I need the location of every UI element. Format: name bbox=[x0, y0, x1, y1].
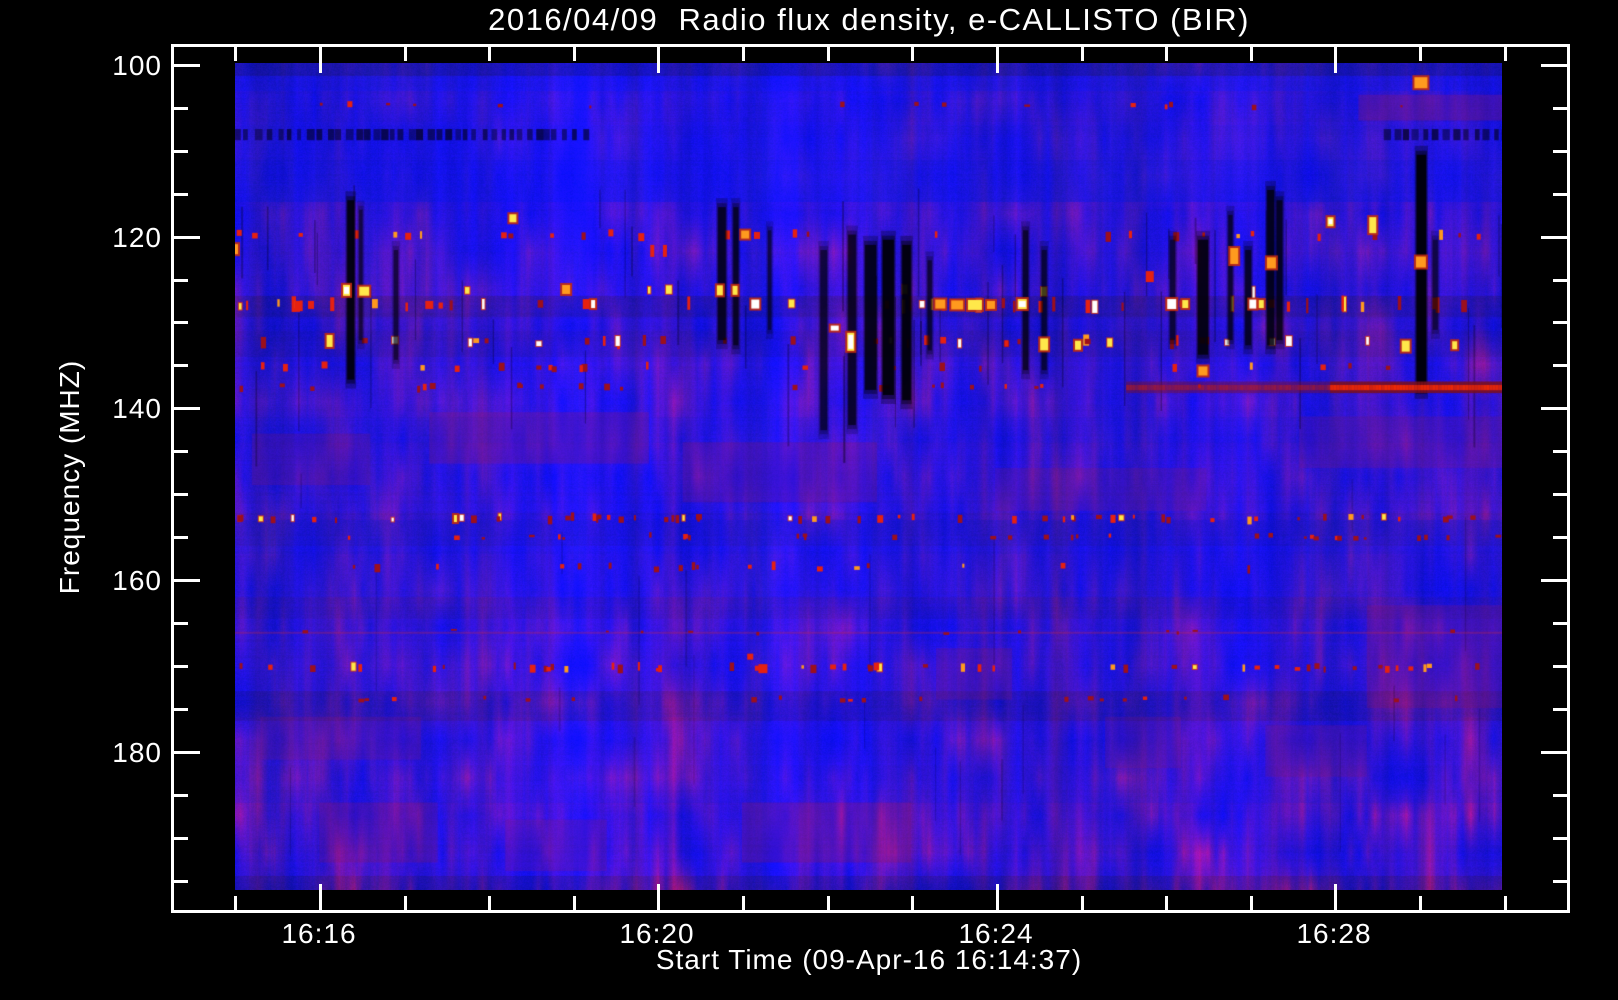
x-axis-tick bbox=[827, 896, 830, 910]
x-tick-label: 16:16 bbox=[281, 918, 357, 949]
spectrogram-figure: 2016/04/09 Radio flux density, e-CALLIST… bbox=[0, 0, 1618, 1000]
x-axis-tick bbox=[1165, 896, 1168, 910]
y-tick-label: 160 bbox=[112, 565, 162, 596]
chart-title: 2016/04/09 Radio flux density, e-CALLIST… bbox=[488, 2, 1250, 37]
y-axis-tick bbox=[1553, 364, 1567, 367]
spectrogram-image bbox=[235, 63, 1502, 890]
y-axis-tick bbox=[174, 107, 188, 110]
x-axis-tick bbox=[1504, 896, 1507, 910]
y-axis-tick bbox=[1541, 64, 1567, 67]
x-axis-tick bbox=[657, 884, 660, 910]
y-tick-label: 100 bbox=[112, 50, 162, 81]
x-axis-tick bbox=[911, 896, 914, 910]
y-axis-tick bbox=[174, 407, 200, 410]
y-tick-label: 120 bbox=[112, 222, 162, 253]
y-axis-tick bbox=[174, 150, 188, 153]
x-axis-tick bbox=[1250, 896, 1253, 910]
y-axis-tick bbox=[174, 794, 188, 797]
x-axis-tick bbox=[234, 47, 237, 61]
y-axis-tick bbox=[1553, 279, 1567, 282]
y-axis-tick bbox=[1553, 837, 1567, 840]
y-axis-tick bbox=[174, 364, 188, 367]
y-axis-tick bbox=[1553, 193, 1567, 196]
y-tick-label: 180 bbox=[112, 737, 162, 768]
y-axis-tick bbox=[1553, 321, 1567, 324]
y-axis-tick bbox=[174, 279, 188, 282]
x-tick-label: 16:28 bbox=[1296, 918, 1372, 949]
y-axis-tick bbox=[174, 579, 200, 582]
y-axis-tick bbox=[1553, 536, 1567, 539]
plot-frame-left bbox=[171, 44, 174, 910]
y-axis-tick bbox=[1553, 794, 1567, 797]
x-axis-tick bbox=[573, 47, 576, 61]
y-axis-tick bbox=[174, 321, 188, 324]
plot-frame-bottom bbox=[171, 910, 1570, 913]
x-axis-tick bbox=[404, 47, 407, 61]
x-axis-tick bbox=[1165, 47, 1168, 61]
x-axis-tick bbox=[742, 47, 745, 61]
y-axis-tick bbox=[174, 450, 188, 453]
x-axis-tick bbox=[996, 884, 999, 910]
x-axis-tick bbox=[319, 47, 322, 73]
x-axis-tick bbox=[1250, 47, 1253, 61]
x-axis-tick bbox=[234, 896, 237, 910]
x-axis-tick bbox=[657, 47, 660, 73]
y-axis-tick bbox=[174, 665, 188, 668]
plot-frame-right bbox=[1567, 44, 1570, 910]
y-axis-tick bbox=[174, 622, 188, 625]
x-axis-tick bbox=[1081, 896, 1084, 910]
y-axis-tick bbox=[174, 536, 188, 539]
x-axis-tick bbox=[1504, 47, 1507, 61]
y-axis-tick bbox=[1541, 751, 1567, 754]
y-axis-tick bbox=[174, 64, 200, 67]
y-axis-tick bbox=[1541, 407, 1567, 410]
y-axis-tick bbox=[174, 837, 188, 840]
y-axis-tick bbox=[1553, 150, 1567, 153]
x-axis-tick bbox=[742, 896, 745, 910]
x-axis-title: Start Time (09-Apr-16 16:14:37) bbox=[655, 944, 1083, 975]
x-axis-tick bbox=[319, 884, 322, 910]
x-axis-tick bbox=[911, 47, 914, 61]
y-axis-tick bbox=[174, 493, 188, 496]
x-axis-tick bbox=[573, 896, 576, 910]
y-axis-tick bbox=[1541, 236, 1567, 239]
y-axis-tick bbox=[174, 236, 200, 239]
y-tick-label: 140 bbox=[112, 393, 162, 424]
x-axis-tick bbox=[488, 47, 491, 61]
y-axis-tick bbox=[1553, 622, 1567, 625]
y-axis-tick bbox=[174, 751, 200, 754]
x-axis-tick bbox=[1334, 884, 1337, 910]
x-axis-tick bbox=[1419, 896, 1422, 910]
x-axis-tick bbox=[996, 47, 999, 73]
x-axis-tick bbox=[1419, 47, 1422, 61]
y-axis-tick bbox=[1553, 493, 1567, 496]
y-axis-tick bbox=[1553, 708, 1567, 711]
x-axis-tick bbox=[404, 896, 407, 910]
y-axis-tick bbox=[1553, 665, 1567, 668]
y-axis-tick bbox=[1541, 579, 1567, 582]
y-axis-tick bbox=[1553, 450, 1567, 453]
y-axis-tick bbox=[174, 193, 188, 196]
y-axis-tick bbox=[1553, 107, 1567, 110]
x-axis-tick bbox=[488, 896, 491, 910]
y-axis-tick bbox=[174, 708, 188, 711]
y-axis-tick bbox=[174, 880, 188, 883]
plot-frame-top bbox=[171, 44, 1570, 47]
x-axis-tick bbox=[1334, 47, 1337, 73]
x-axis-tick bbox=[1081, 47, 1084, 61]
y-axis-tick bbox=[1553, 880, 1567, 883]
x-axis-tick bbox=[827, 47, 830, 61]
